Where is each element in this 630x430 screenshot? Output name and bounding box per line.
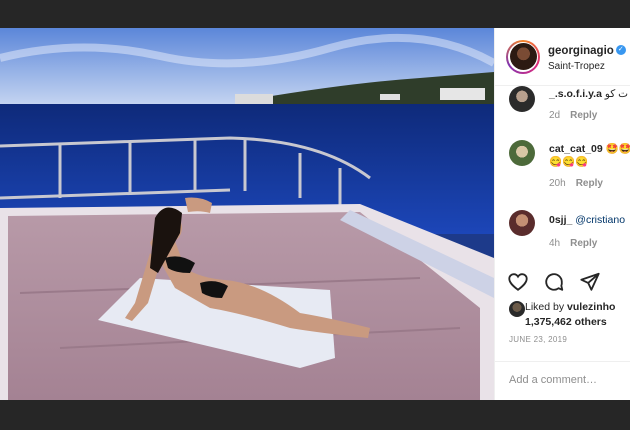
comment-text: ت کو [604,88,629,100]
post-modal: georginagio ✓ Saint-Tropez _.s.o.f.i.y.a … [0,28,630,400]
comment-time: 20h [549,178,566,189]
comment-username[interactable]: _.s.o.f.i.y.a [549,88,602,100]
author-username[interactable]: georginagio [548,45,614,57]
comment-username[interactable]: 0sjj_ [549,214,572,226]
liked-by-username[interactable]: vulezinho [567,301,615,313]
comment-time: 2d [549,110,561,121]
liked-by-prefix: Liked by [525,301,565,313]
comment-bubble-icon[interactable] [543,271,565,293]
post-header: georginagio ✓ Saint-Tropez [495,28,630,86]
post-side-panel: georginagio ✓ Saint-Tropez _.s.o.f.i.y.a … [494,28,630,400]
comment-time: 4h [549,238,561,249]
heart-icon[interactable] [507,271,529,293]
comment-text: 🤩🤩 [605,143,630,155]
comment-username[interactable]: cat_cat_09 [549,143,603,155]
likes-count[interactable]: 1,375,462 others [525,316,607,328]
paper-plane-icon[interactable] [579,271,601,293]
comment-mention-link[interactable]: @cristiano [575,214,625,226]
reply-button[interactable]: Reply [570,110,597,121]
add-comment-input[interactable]: Add a comment… [495,361,630,400]
reply-button[interactable]: Reply [570,238,597,249]
commenter-avatar[interactable] [509,140,535,166]
post-photo[interactable] [0,28,494,400]
comment-text-continued: 😋😋😋 [549,156,589,168]
reply-button[interactable]: Reply [576,178,603,189]
yacht-photo-illustration [0,28,494,400]
author-avatar[interactable] [506,39,540,74]
verified-badge-icon: ✓ [615,44,626,55]
liker-avatar[interactable] [509,301,525,317]
post-location[interactable]: Saint-Tropez [548,61,626,72]
post-actions [507,271,601,293]
post-date[interactable]: JUNE 23, 2019 [509,335,567,344]
commenter-avatar[interactable] [509,210,535,236]
commenter-avatar[interactable] [509,86,535,112]
